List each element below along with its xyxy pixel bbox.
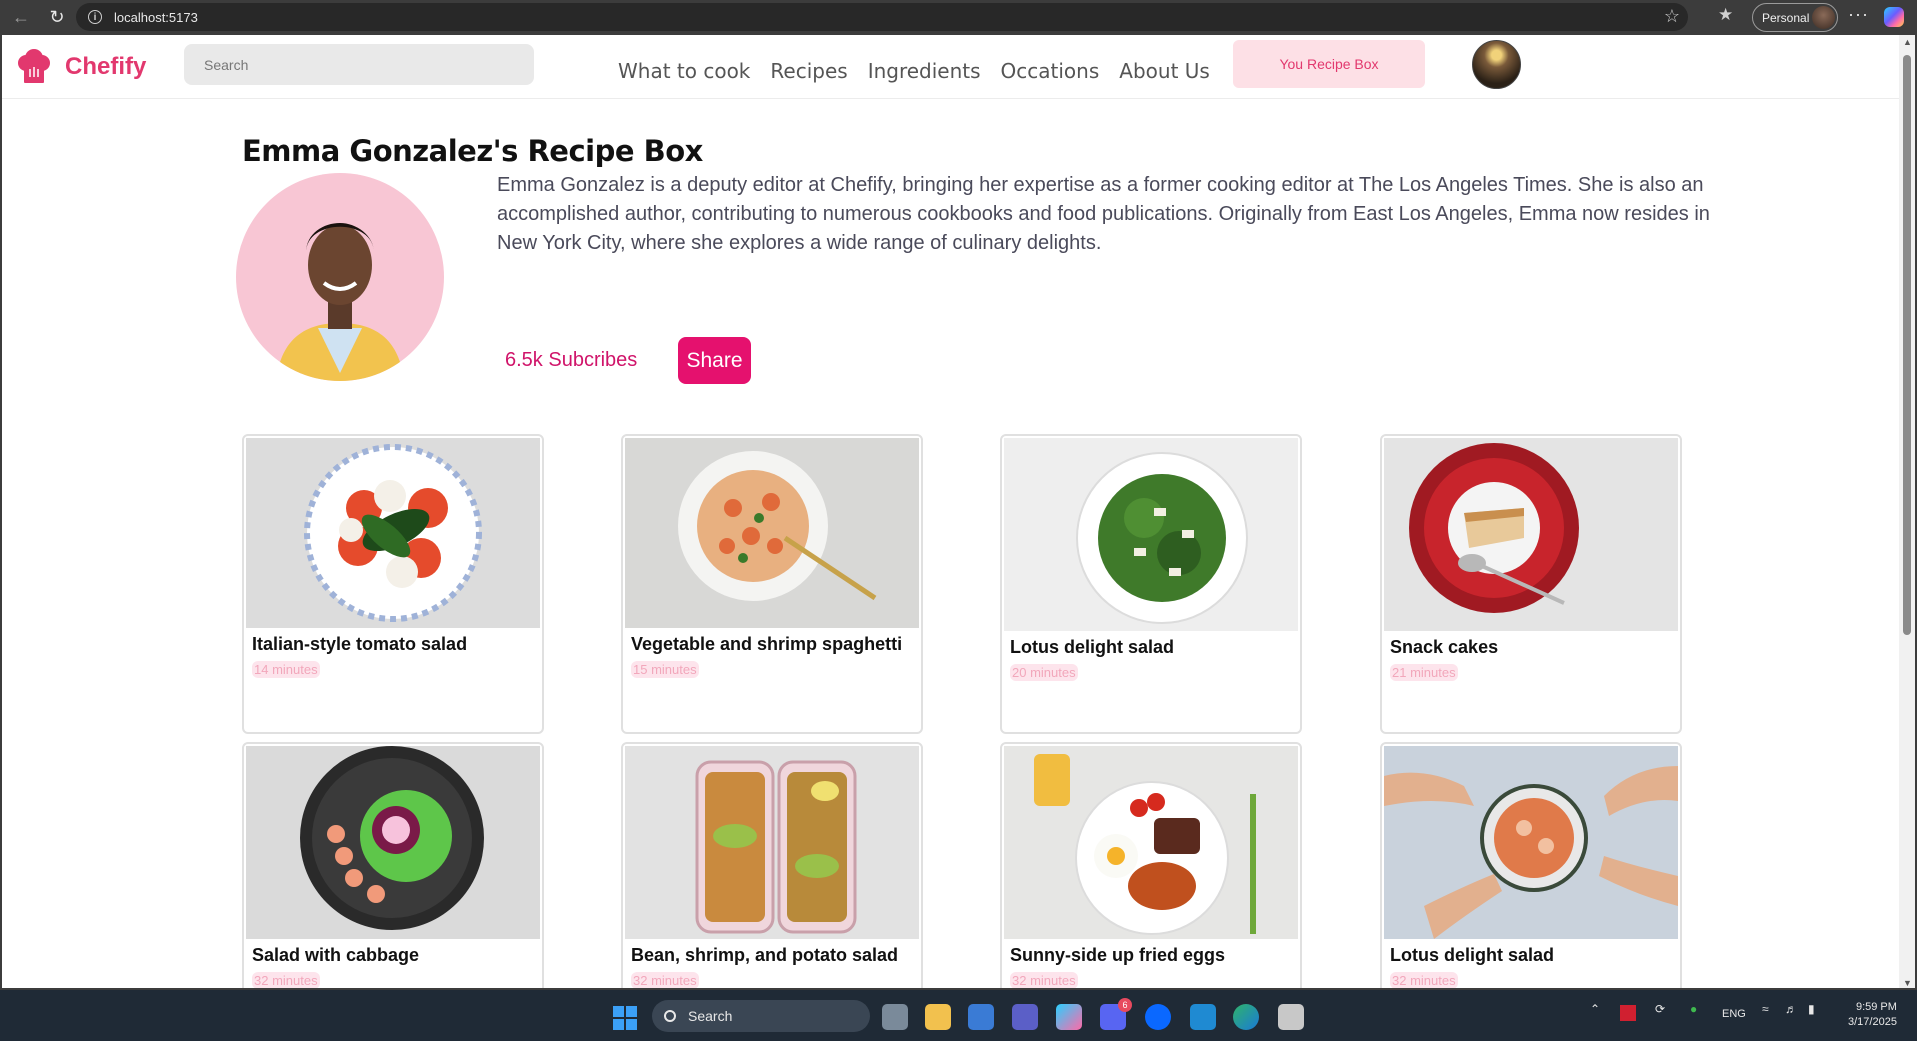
windows-start-icon[interactable] xyxy=(613,1006,637,1030)
browser-toolbar: ← ↻ i localhost:5173 ☆ ★ Personal ··· xyxy=(0,0,1917,35)
battery-icon[interactable]: ▮ xyxy=(1808,1002,1815,1016)
site-header: Chefify What to cook Recipes Ingredients… xyxy=(2,35,1902,99)
recipe-photo xyxy=(625,438,919,628)
address-url[interactable]: localhost:5173 xyxy=(114,10,198,25)
favorites-icon[interactable]: ★ xyxy=(1718,5,1733,25)
tray-chevron-icon[interactable]: ⌃ xyxy=(1590,1002,1600,1016)
recipe-photo xyxy=(246,746,540,939)
recipe-photo xyxy=(1384,746,1678,939)
portrait-illustration xyxy=(276,223,404,381)
recipe-card[interactable]: Salad with cabbage 32 minutes xyxy=(242,742,544,988)
search-icon xyxy=(664,1010,676,1022)
user-avatar[interactable] xyxy=(1472,40,1521,89)
more-menu-icon[interactable]: ··· xyxy=(1848,4,1869,25)
recipe-time: 20 minutes xyxy=(1010,664,1078,681)
page-title: Emma Gonzalez's Recipe Box xyxy=(242,134,703,168)
search-input[interactable] xyxy=(184,44,534,85)
scrollbar-thumb[interactable] xyxy=(1903,55,1911,635)
logo[interactable]: Chefify xyxy=(14,47,146,87)
profile-label: Personal xyxy=(1762,10,1810,25)
recipe-title[interactable]: Lotus delight salad xyxy=(1010,637,1174,658)
page-viewport: Chefify What to cook Recipes Ingredients… xyxy=(0,35,1917,990)
taskbar-search-label: Search xyxy=(688,1008,733,1024)
recipe-title[interactable]: Vegetable and shrimp spaghetti xyxy=(631,634,902,655)
recipe-time: 32 minutes xyxy=(1010,972,1078,988)
edge-icon[interactable] xyxy=(1233,1004,1259,1030)
language-indicator[interactable]: ENG xyxy=(1722,1008,1746,1020)
file-explorer-icon[interactable] xyxy=(925,1004,951,1030)
snipping-tool-icon[interactable] xyxy=(1278,1004,1304,1030)
profile-button[interactable]: Personal xyxy=(1752,3,1838,32)
taskbar-search[interactable]: Search xyxy=(652,1000,870,1032)
scroll-down-icon[interactable]: ▼ xyxy=(1903,978,1912,988)
address-bar[interactable]: i localhost:5173 ☆ xyxy=(76,3,1688,31)
nav-recipes[interactable]: Recipes xyxy=(770,59,847,83)
recipe-time: 32 minutes xyxy=(631,972,699,988)
copilot-app-icon[interactable] xyxy=(1056,1004,1082,1030)
recipe-photo xyxy=(1004,746,1298,939)
taskbar: Search 6 ⌃ ⟳ ● ENG ≈ ♬ ▮ 9:59 PM 3/17/20… xyxy=(0,990,1917,1041)
page-scrollbar[interactable]: ▲ ▼ xyxy=(1899,35,1915,988)
recipe-title[interactable]: Salad with cabbage xyxy=(252,945,419,966)
store-icon[interactable] xyxy=(968,1004,994,1030)
clock-date: 3/17/2025 xyxy=(1848,1016,1897,1028)
bookmark-star-icon[interactable]: ☆ xyxy=(1664,6,1680,27)
recipe-time: 32 minutes xyxy=(1390,972,1458,988)
subscriber-count: 6.5k Subcribes xyxy=(505,349,638,371)
recipe-title[interactable]: Bean, shrimp, and potato salad xyxy=(631,945,898,966)
main-nav: What to cook Recipes Ingredients Occatio… xyxy=(618,59,1210,83)
microphone-icon[interactable]: ● xyxy=(1690,1002,1697,1016)
recipe-card[interactable]: Bean, shrimp, and potato salad 32 minute… xyxy=(621,742,923,988)
chef-hat-icon xyxy=(18,49,50,83)
discord-badge: 6 xyxy=(1118,998,1132,1012)
zalo-icon[interactable] xyxy=(1145,1004,1171,1030)
recipe-card[interactable]: Lotus delight salad 20 minutes xyxy=(1000,434,1302,734)
recipe-title[interactable]: Italian-style tomato salad xyxy=(252,634,467,655)
recipe-title[interactable]: Sunny-side up fried eggs xyxy=(1010,945,1225,966)
recipe-time: 32 minutes xyxy=(252,972,320,988)
sync-icon[interactable]: ⟳ xyxy=(1655,1002,1665,1016)
profile-avatar xyxy=(1812,6,1835,29)
site-info-icon[interactable]: i xyxy=(88,10,102,24)
recipe-card[interactable]: Italian-style tomato salad 14 minutes xyxy=(242,434,544,734)
recipe-time: 15 minutes xyxy=(631,661,699,678)
copilot-icon[interactable] xyxy=(1884,7,1904,27)
author-portrait xyxy=(236,173,444,381)
recipe-photo xyxy=(1004,438,1298,631)
nav-ingredients[interactable]: Ingredients xyxy=(868,59,981,83)
share-button[interactable]: Share xyxy=(678,337,751,384)
recipe-card[interactable]: Snack cakes 21 minutes xyxy=(1380,434,1682,734)
recipe-card[interactable]: Sunny-side up fried eggs 32 minutes xyxy=(1000,742,1302,988)
recipe-time: 14 minutes xyxy=(252,661,320,678)
task-view-icon[interactable] xyxy=(882,1004,908,1030)
wifi-icon[interactable]: ≈ xyxy=(1762,1002,1769,1016)
recipe-card[interactable]: Vegetable and shrimp spaghetti 15 minute… xyxy=(621,434,923,734)
recipe-photo xyxy=(1384,438,1678,631)
back-icon[interactable]: ← xyxy=(6,3,36,33)
nav-occations[interactable]: Occations xyxy=(1001,59,1100,83)
vivaldi-tray-icon[interactable] xyxy=(1620,1005,1636,1021)
recipe-time: 21 minutes xyxy=(1390,664,1458,681)
recipe-box-button[interactable]: You Recipe Box xyxy=(1233,40,1425,88)
nav-about-us[interactable]: About Us xyxy=(1119,59,1210,83)
recipe-title[interactable]: Lotus delight salad xyxy=(1390,945,1554,966)
clock[interactable]: 9:59 PM 3/17/2025 xyxy=(1848,1000,1897,1030)
teams-icon[interactable] xyxy=(1012,1004,1038,1030)
recipe-photo xyxy=(625,746,919,939)
recipe-title[interactable]: Snack cakes xyxy=(1390,637,1498,658)
volume-icon[interactable]: ♬ xyxy=(1785,1002,1797,1016)
author-bio: Emma Gonzalez is a deputy editor at Chef… xyxy=(497,174,1710,254)
clock-time: 9:59 PM xyxy=(1855,1001,1897,1013)
recipe-card[interactable]: Lotus delight salad 32 minutes xyxy=(1380,742,1682,988)
recipe-photo xyxy=(246,438,540,628)
brand-name: Chefify xyxy=(65,53,147,80)
vscode-icon[interactable] xyxy=(1190,1004,1216,1030)
reload-icon[interactable]: ↻ xyxy=(42,3,72,33)
scroll-up-icon[interactable]: ▲ xyxy=(1903,37,1912,47)
nav-what-to-cook[interactable]: What to cook xyxy=(618,59,750,83)
